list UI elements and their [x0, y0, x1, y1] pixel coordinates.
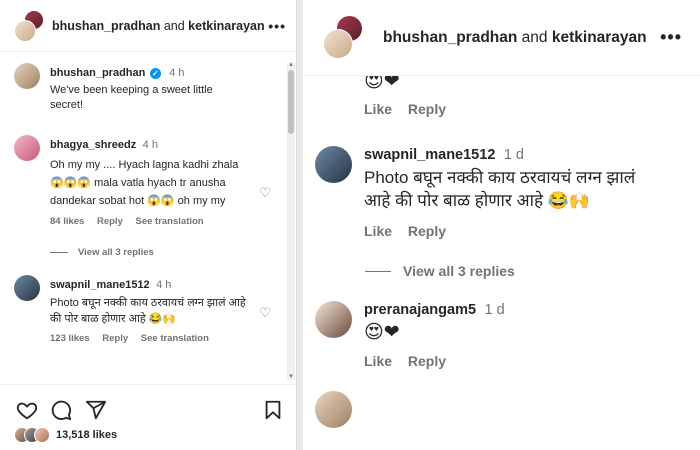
comment-username[interactable]: bhushan_pradhan: [50, 67, 145, 79]
heart-outline-icon[interactable]: ♡: [259, 185, 271, 201]
comment-meta: Like Reply: [364, 223, 682, 239]
avatar[interactable]: [14, 63, 40, 89]
comment-time[interactable]: 4 h: [156, 279, 171, 291]
comment-time[interactable]: 4 h: [143, 139, 158, 151]
avatar[interactable]: [315, 146, 352, 183]
save-bookmark-icon[interactable]: [262, 399, 284, 421]
author-link[interactable]: ketkinarayan: [552, 29, 647, 46]
post-header: bhushan_pradhan and ketkinarayan •••: [303, 0, 700, 76]
see-translation-button[interactable]: See translation: [136, 216, 204, 227]
likes-summary[interactable]: 13,518 likes: [14, 427, 117, 443]
avatar: [14, 19, 36, 42]
view-replies-button[interactable]: View all 3 replies: [50, 247, 287, 258]
comments-panel-right: bhushan_pradhan and ketkinarayan ••• 😍❤ …: [303, 0, 700, 450]
reply-button[interactable]: Reply: [102, 333, 128, 344]
comment-username[interactable]: bhagya_shreedz: [50, 139, 136, 151]
likes-label: likes: [92, 429, 118, 441]
comment-text: Photo बघून नक्की काय ठरवायचं लग्न झालं आ…: [364, 168, 636, 210]
comments-list[interactable]: 😍❤ Like Reply swapnil_mane1512 1 d Photo…: [303, 76, 700, 450]
comment-likes[interactable]: 84 likes: [50, 216, 84, 227]
like-button[interactable]: Like: [364, 223, 392, 239]
scroll-up-arrow-icon[interactable]: ▲: [287, 62, 295, 68]
likes-count[interactable]: 13,518: [56, 429, 90, 441]
post-authors: bhushan_pradhan and ketkinarayan: [383, 29, 660, 47]
avatar[interactable]: [14, 135, 40, 161]
comment-meta: Like Reply: [364, 353, 682, 369]
scroll-down-arrow-icon[interactable]: ▼: [287, 374, 295, 380]
avatar: [34, 427, 50, 443]
comment-username[interactable]: swapnil_mane1512: [364, 147, 495, 163]
more-options-icon[interactable]: •••: [268, 18, 286, 34]
author-link[interactable]: ketkinarayan: [188, 19, 264, 33]
comment-likes[interactable]: 123 likes: [50, 333, 90, 344]
comment-meta: Like Reply: [364, 101, 682, 117]
comment-meta: 123 likes Reply See translation: [50, 333, 273, 344]
comment-time[interactable]: 4 h: [169, 67, 184, 79]
heart-outline-icon[interactable]: ♡: [259, 305, 271, 321]
comment: swapnil_mane1512 1 d Photo बघून नक्की का…: [303, 146, 700, 239]
comments-list[interactable]: bhushan_pradhan ✓ 4 h We've been keeping…: [0, 52, 287, 384]
more-options-icon[interactable]: •••: [660, 27, 682, 48]
comment: bhagya_shreedz 4 h Oh my my .... Hyach l…: [0, 135, 287, 227]
heart-icon[interactable]: [16, 399, 38, 421]
comment-time[interactable]: 1 d: [484, 302, 504, 318]
reply-button[interactable]: Reply: [408, 223, 446, 239]
like-button[interactable]: Like: [364, 101, 392, 117]
comment-icon[interactable]: [50, 399, 72, 421]
collab-avatars[interactable]: [14, 9, 44, 42]
comment-text: 😍❤: [364, 321, 400, 343]
reply-button[interactable]: Reply: [408, 101, 446, 117]
reply-button[interactable]: Reply: [97, 216, 123, 227]
like-button[interactable]: Like: [364, 353, 392, 369]
comment-username[interactable]: swapnil_mane1512: [50, 279, 150, 291]
comment-time[interactable]: 1 d: [504, 147, 524, 163]
comments-panel-left: bhushan_pradhan and ketkinarayan ••• bhu…: [0, 0, 297, 450]
view-replies-button[interactable]: View all 3 replies: [365, 263, 700, 279]
caption: bhushan_pradhan ✓ 4 h We've been keeping…: [0, 63, 287, 113]
comment: swapnil_mane1512 4 h Photo बघून नक्की का…: [0, 275, 287, 344]
scrollbar-thumb[interactable]: [288, 70, 294, 134]
caption-text: We've been keeping a sweet little secret…: [50, 84, 213, 111]
avatar[interactable]: [315, 301, 352, 338]
author-link[interactable]: bhushan_pradhan: [52, 19, 160, 33]
comment-text: 😍❤: [364, 76, 400, 92]
comment: 😍❤ Like Reply: [303, 76, 700, 117]
scrollbar[interactable]: ▲ ▼: [287, 62, 295, 380]
share-icon[interactable]: [85, 399, 107, 421]
comment-username[interactable]: preranajangam5: [364, 302, 476, 318]
avatar[interactable]: [14, 275, 40, 301]
avatar: [323, 28, 353, 59]
post-actions: 13,518 likes: [0, 384, 296, 450]
post-header: bhushan_pradhan and ketkinarayan •••: [0, 0, 296, 52]
comment-meta: 84 likes Reply See translation: [50, 216, 273, 227]
author-link[interactable]: bhushan_pradhan: [383, 29, 517, 46]
authors-joiner: and: [163, 18, 185, 33]
reply-button[interactable]: Reply: [408, 353, 446, 369]
avatar[interactable]: [315, 391, 352, 428]
comment: [303, 391, 700, 428]
verified-badge-icon: ✓: [149, 68, 161, 79]
authors-joiner: and: [521, 28, 548, 46]
comment-text: Photo बघून नक्की काय ठरवायचं लग्न झालं आ…: [50, 297, 246, 325]
see-translation-button[interactable]: See translation: [141, 333, 209, 344]
comment-text: Oh my my .... Hyach lagna kadhi zhala 😱😱…: [50, 159, 239, 207]
comment: preranajangam5 1 d 😍❤ Like Reply: [303, 301, 700, 369]
collab-avatars[interactable]: [323, 14, 363, 61]
post-authors: bhushan_pradhan and ketkinarayan: [52, 19, 268, 33]
